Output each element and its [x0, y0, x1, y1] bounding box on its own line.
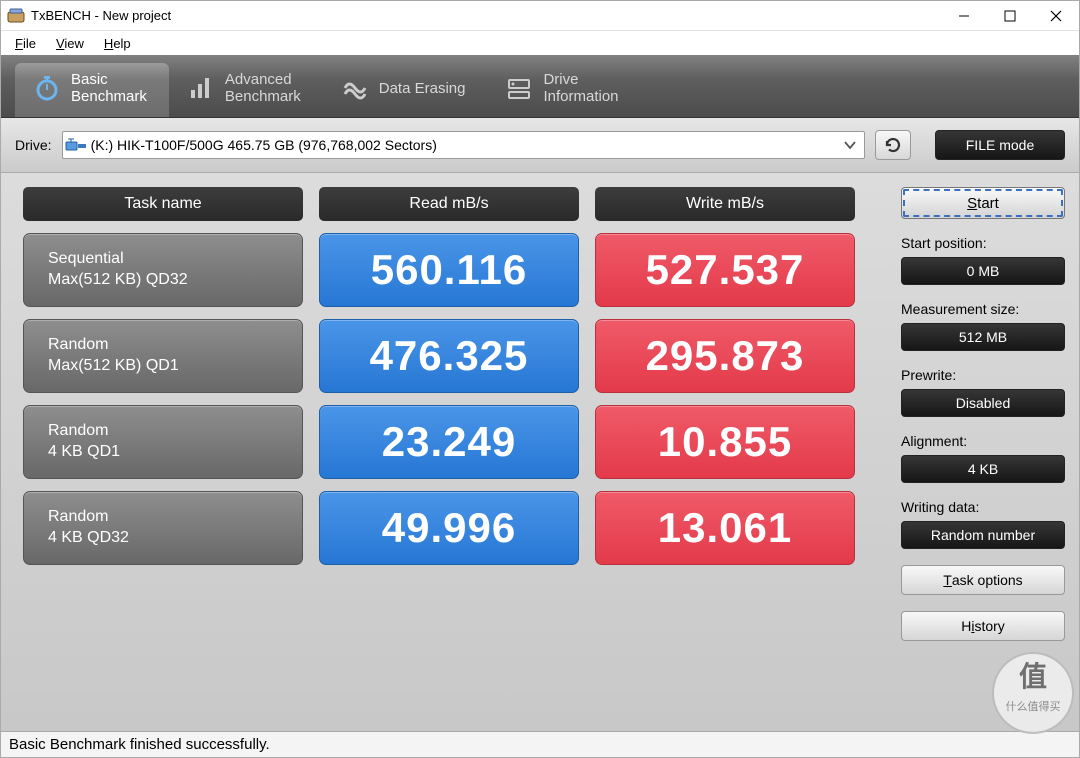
measurement-size-label: Measurement size:	[901, 301, 1065, 317]
minimize-button[interactable]	[941, 1, 987, 31]
tabstrip: BasicBenchmark AdvancedBenchmark Data Er…	[1, 55, 1079, 118]
menu-help[interactable]: Help	[94, 34, 141, 53]
measurement-size-value[interactable]: 512 MB	[901, 323, 1065, 351]
table-row: Random4 KB QD32 49.996 13.061	[23, 491, 891, 565]
read-value[interactable]: 560.116	[319, 233, 579, 307]
start-position-label: Start position:	[901, 235, 1065, 251]
read-value[interactable]: 23.249	[319, 405, 579, 479]
tab-basic-benchmark[interactable]: BasicBenchmark	[15, 63, 169, 117]
alignment-label: Alignment:	[901, 433, 1065, 449]
tab-drive-l1: Drive	[543, 71, 578, 88]
write-value[interactable]: 13.061	[595, 491, 855, 565]
maximize-button[interactable]	[987, 1, 1033, 31]
tab-basic-l1: Basic	[71, 71, 108, 88]
task-options-button[interactable]: Task options	[901, 565, 1065, 595]
tab-advanced-benchmark[interactable]: AdvancedBenchmark	[169, 63, 323, 117]
refresh-icon	[883, 135, 903, 155]
erase-icon	[341, 74, 369, 102]
prewrite-value[interactable]: Disabled	[901, 389, 1065, 417]
start-button[interactable]: Start	[901, 187, 1065, 219]
bar-chart-icon	[187, 74, 215, 102]
drive-select[interactable]: (K:) HIK-T100F/500G 465.75 GB (976,768,0…	[62, 131, 865, 159]
close-button[interactable]	[1033, 1, 1079, 31]
titlebar: TxBENCH - New project	[1, 1, 1079, 31]
write-value[interactable]: 527.537	[595, 233, 855, 307]
file-mode-button[interactable]: FILE mode	[935, 130, 1065, 160]
col-read: Read mB/s	[319, 187, 579, 221]
drive-label: Drive:	[15, 137, 52, 153]
start-position-value[interactable]: 0 MB	[901, 257, 1065, 285]
read-value[interactable]: 49.996	[319, 491, 579, 565]
tab-drive-information[interactable]: DriveInformation	[487, 63, 640, 117]
refresh-button[interactable]	[875, 130, 911, 160]
task-random-4kb-qd32[interactable]: Random4 KB QD32	[23, 491, 303, 565]
write-value[interactable]: 10.855	[595, 405, 855, 479]
external-drive-icon	[65, 135, 87, 155]
history-button[interactable]: History	[901, 611, 1065, 641]
tab-erase-l1: Data Erasing	[379, 80, 466, 97]
writing-data-value[interactable]: Random number	[901, 521, 1065, 549]
stopwatch-icon	[33, 74, 61, 102]
chevron-down-icon	[838, 133, 862, 157]
task-sequential-qd32[interactable]: SequentialMax(512 KB) QD32	[23, 233, 303, 307]
drive-toolbar: Drive: (K:) HIK-T100F/500G 465.75 GB (97…	[1, 118, 1079, 173]
drive-icon	[505, 74, 533, 102]
table-row: Random4 KB QD1 23.249 10.855	[23, 405, 891, 479]
menu-view[interactable]: View	[46, 34, 94, 53]
col-task-name: Task name	[23, 187, 303, 221]
app-icon	[7, 8, 25, 24]
window-title: TxBENCH - New project	[31, 8, 941, 23]
results-header: Task name Read mB/s Write mB/s	[23, 187, 891, 221]
task-random-4kb-qd1[interactable]: Random4 KB QD1	[23, 405, 303, 479]
results-table: Task name Read mB/s Write mB/s Sequentia…	[1, 173, 901, 731]
tab-advanced-l2: Benchmark	[225, 88, 301, 105]
status-text: Basic Benchmark finished successfully.	[9, 736, 270, 753]
menu-file[interactable]: File	[5, 34, 46, 53]
tab-data-erasing[interactable]: Data Erasing	[323, 63, 488, 117]
table-row: SequentialMax(512 KB) QD32 560.116 527.5…	[23, 233, 891, 307]
tab-advanced-l1: Advanced	[225, 71, 292, 88]
menubar: File View Help	[1, 31, 1079, 55]
task-random-512kb-qd1[interactable]: RandomMax(512 KB) QD1	[23, 319, 303, 393]
col-write: Write mB/s	[595, 187, 855, 221]
alignment-value[interactable]: 4 KB	[901, 455, 1065, 483]
write-value[interactable]: 295.873	[595, 319, 855, 393]
tab-drive-l2: Information	[543, 88, 618, 105]
read-value[interactable]: 476.325	[319, 319, 579, 393]
drive-selected-text: (K:) HIK-T100F/500G 465.75 GB (976,768,0…	[91, 137, 838, 153]
tab-basic-l2: Benchmark	[71, 88, 147, 105]
sidebar: Start Start position: 0 MB Measurement s…	[901, 173, 1079, 731]
table-row: RandomMax(512 KB) QD1 476.325 295.873	[23, 319, 891, 393]
main-area: Task name Read mB/s Write mB/s Sequentia…	[1, 173, 1079, 731]
status-bar: Basic Benchmark finished successfully.	[1, 731, 1079, 757]
prewrite-label: Prewrite:	[901, 367, 1065, 383]
writing-data-label: Writing data:	[901, 499, 1065, 515]
